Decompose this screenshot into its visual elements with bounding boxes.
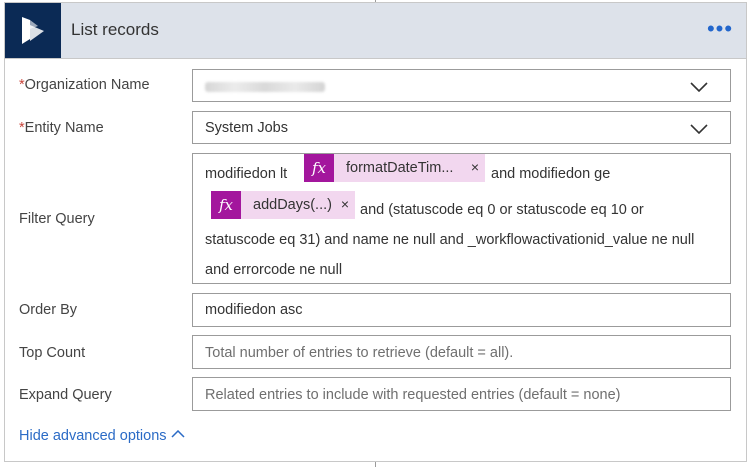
dynamics-icon (22, 17, 44, 44)
expand-query-placeholder: Related entries to include with requeste… (205, 387, 621, 403)
dynamics-logo (5, 3, 61, 58)
filter-text-segment: modifiedon lt (205, 166, 288, 182)
token-label: formatDateTim... (346, 160, 454, 176)
chevron-up-icon (171, 429, 185, 438)
organization-name-label: *Organization Name (19, 77, 150, 93)
chevron-down-icon (690, 82, 708, 92)
top-count-placeholder: Total number of entries to retrieve (def… (205, 345, 514, 361)
hide-advanced-options-link[interactable]: Hide advanced options (19, 428, 185, 444)
token-label: addDays(...) (253, 197, 332, 213)
top-count-input[interactable]: Total number of entries to retrieve (def… (192, 335, 731, 369)
entity-name-label: *Entity Name (19, 120, 104, 136)
order-by-value: modifiedon asc (205, 302, 303, 318)
expression-token-adddays[interactable]: fx addDays(...) × (211, 191, 355, 219)
filter-query-label: Filter Query (19, 211, 95, 227)
filter-text-segment: and errorcode ne null (205, 262, 343, 278)
connector-bottom (375, 462, 376, 467)
remove-token-icon[interactable]: × (341, 196, 349, 212)
function-icon: fx (304, 154, 334, 182)
entity-name-dropdown[interactable]: System Jobs (192, 111, 731, 144)
action-card: List records ••• *Organization Name *Ent… (4, 2, 747, 462)
entity-name-value: System Jobs (205, 120, 288, 136)
chevron-down-icon (690, 124, 708, 134)
card-title: List records (71, 20, 159, 39)
order-by-label: Order By (19, 302, 78, 318)
card-header[interactable]: List records ••• (5, 3, 746, 59)
order-by-input[interactable]: modifiedon asc (192, 293, 731, 327)
more-options-icon[interactable]: ••• (704, 15, 736, 43)
function-icon: fx (211, 191, 241, 219)
expand-query-input[interactable]: Related entries to include with requeste… (192, 377, 731, 411)
remove-token-icon[interactable]: × (471, 159, 479, 175)
organization-name-dropdown[interactable] (192, 69, 731, 102)
filter-text-segment: and (statuscode eq 0 or statuscode eq 10… (360, 202, 644, 218)
filter-query-input[interactable]: modifiedon lt fx formatDateTim... × and … (192, 153, 731, 284)
expand-query-label: Expand Query (19, 387, 112, 403)
top-count-label: Top Count (19, 345, 86, 361)
redacted-organization-value (205, 82, 325, 92)
filter-text-segment: statuscode eq 31) and name ne null and _… (205, 232, 695, 248)
expression-token-formatdatetime[interactable]: fx formatDateTim... × (304, 154, 485, 182)
filter-text-segment: and modifiedon ge (491, 166, 611, 182)
